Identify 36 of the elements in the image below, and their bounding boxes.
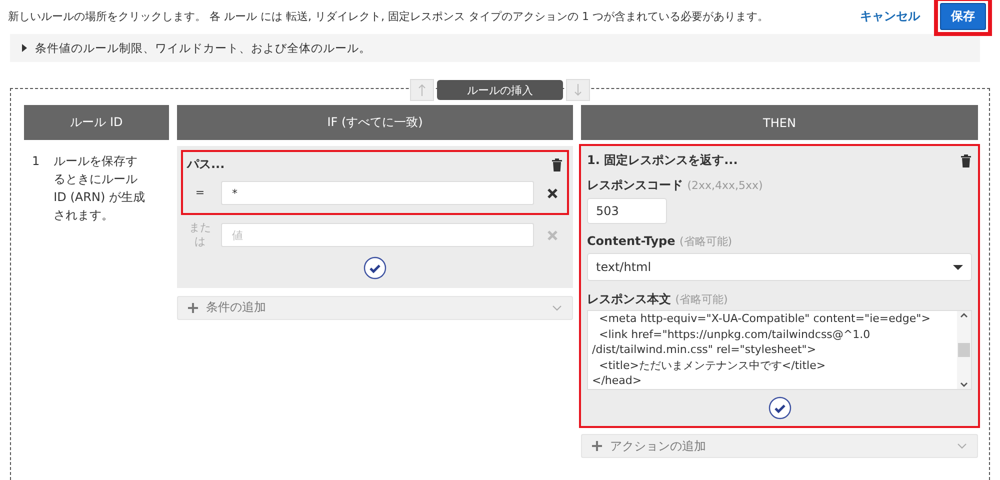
scroll-down-icon[interactable] [960, 382, 968, 387]
response-body-field[interactable]: <meta http-equiv="X-UA-Compatible" content="ie=edge"> <link href="https://unpkg.com/tailwindcss@^1.0 /dist/tailwind.min.css" rel="stylesheet"> <title>ただいまメンテナンス中です</title> </head> [587, 310, 972, 390]
rule-id: 1 [32, 153, 40, 170]
field-label: レスポンスコード (2xx,4xx,5xx) [587, 177, 764, 194]
scroll-up-icon[interactable] [960, 313, 968, 318]
remove-icon[interactable] [547, 188, 558, 198]
content-type-dropdown[interactable]: text/html [587, 253, 972, 281]
plus-icon [592, 441, 602, 451]
column-header: ルール ID [24, 105, 169, 140]
condition-value-field[interactable]: * [221, 181, 534, 205]
insert-rule-button[interactable]: ルールの挿入 [437, 80, 563, 100]
rule-description: ルールを保存するときにルール ID (ARN) が生成されます。 [54, 153, 146, 224]
column-header: IF (すべてに一致) [177, 105, 573, 140]
action-title: 1. 固定レスポンスを返す... [587, 152, 738, 169]
field-label: Content-Type (省略可能) [587, 234, 734, 249]
save-button[interactable]: 保存 [940, 2, 986, 30]
field-label: レスポンス本文 (省略可能) [587, 291, 729, 308]
trash-icon[interactable] [960, 154, 972, 168]
add-condition-button[interactable]: 条件の追加 [177, 296, 573, 320]
add-action-button[interactable]: アクションの追加 [581, 434, 978, 458]
plus-icon [188, 302, 198, 313]
expand-triangle-icon[interactable] [22, 44, 27, 52]
operator-label: または [188, 221, 212, 250]
condition-title: パス... [187, 156, 225, 173]
confirm-check-icon[interactable] [768, 396, 792, 420]
confirm-check-icon[interactable] [363, 256, 387, 280]
cancel-link[interactable]: キャンセル [854, 8, 926, 24]
column-header: THEN [581, 105, 978, 140]
scrollbar[interactable] [957, 311, 971, 389]
trash-icon[interactable] [551, 158, 563, 172]
hint-text: 条件値のルール制限、ワイルドカート、および全体のルール。 [35, 40, 371, 56]
operator-label: = [194, 186, 206, 200]
response-code-field[interactable]: 503 [587, 198, 667, 224]
scroll-thumb[interactable] [958, 343, 970, 357]
instruction-text: 新しいルールの場所をクリックします。 各 ルール には 転送, リダイレクト, 固定レスポンス タイプのアクションの 1 つが含まれている必要があります。 [8, 8, 770, 24]
hint-panel[interactable]: 条件値のルール制限、ワイルドカート、および全体のルール。 [10, 34, 980, 62]
